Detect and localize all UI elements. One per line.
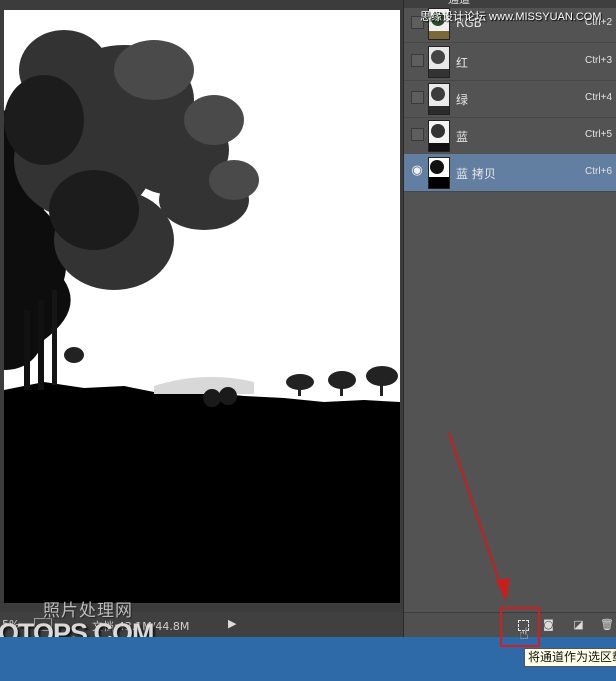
channel-thumbnail	[428, 157, 450, 189]
new-channel-icon[interactable]: ◪	[572, 619, 585, 631]
doc-info-icon	[34, 618, 52, 631]
eye-icon[interactable]: ◉	[409, 163, 425, 179]
channel-shortcut: Ctrl+5	[585, 129, 612, 140]
visibility-toggle[interactable]	[411, 54, 424, 67]
save-selection-as-channel-icon[interactable]: ◙	[542, 619, 555, 631]
document-size: 文档:43.1M/44.8M	[92, 620, 190, 633]
pointer-hand-icon: ☝	[519, 624, 529, 643]
channel-row-blue[interactable]: 蓝 Ctrl+5	[404, 117, 616, 155]
channel-thumbnail	[428, 46, 450, 78]
visibility-toggle[interactable]	[411, 128, 424, 141]
visibility-toggle[interactable]	[411, 91, 424, 104]
channel-label: 红	[456, 56, 469, 70]
status-bar: 5% 文档:43.1M/44.8M ▶	[0, 612, 403, 637]
channel-label: 蓝	[456, 130, 469, 144]
document-canvas-area[interactable]	[0, 0, 403, 612]
channel-shortcut: Ctrl+4	[585, 92, 612, 103]
panel-footer: ◙ ◪ 🗑	[404, 612, 616, 638]
red-guide-arrow	[448, 432, 510, 602]
channel-label: 绿	[456, 93, 469, 107]
channel-thumbnail	[428, 83, 450, 115]
channel-row-red[interactable]: 红 Ctrl+3	[404, 43, 616, 81]
channel-image-preview[interactable]	[4, 10, 400, 603]
status-menu-arrow-icon[interactable]: ▶	[228, 617, 236, 630]
channel-shortcut: Ctrl+3	[585, 55, 612, 66]
site-watermark: 思缘设计论坛 www.MISSYUAN.COM	[420, 11, 602, 23]
channels-panel: 通道 RGB Ctrl+2 红 Ctrl+3 绿 Ctrl+4 蓝 Ctrl+5	[403, 0, 616, 638]
trash-icon[interactable]: 🗑	[600, 619, 614, 631]
zoom-level[interactable]: 5%	[2, 618, 19, 631]
channel-label: 蓝 拷贝	[456, 167, 496, 181]
channel-shortcut: Ctrl+6	[585, 166, 612, 177]
channel-row-green[interactable]: 绿 Ctrl+4	[404, 80, 616, 118]
channel-row-blue-copy[interactable]: ◉ 蓝 拷贝 Ctrl+6	[404, 154, 616, 192]
tree-silhouette-image	[4, 10, 400, 603]
tooltip: 将通道作为选区载	[524, 648, 616, 667]
channel-thumbnail	[428, 120, 450, 152]
